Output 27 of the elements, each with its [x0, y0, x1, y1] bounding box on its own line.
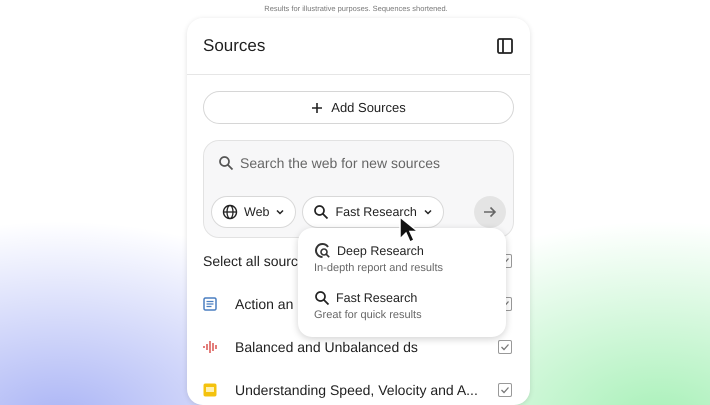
search-icon — [218, 155, 234, 171]
source-title[interactable]: Balanced and Unbalanced ds — [235, 339, 418, 355]
plus-icon — [311, 102, 324, 114]
menu-item[interactable]: Deep Research In-depth report and results — [298, 240, 506, 282]
dropdown-chip[interactable]: Web — [211, 196, 296, 228]
search-field[interactable]: Search the web for new sources — [240, 153, 500, 173]
audio-wave-icon — [203, 340, 219, 354]
search-icon — [314, 290, 330, 306]
source-title[interactable]: Understanding Speed, Velocity and A... — [235, 382, 478, 398]
select-all-label: Select all sourc — [203, 253, 298, 269]
arrow-icon — [482, 204, 498, 220]
globe-search-icon — [314, 242, 331, 259]
submit-arrow-button[interactable] — [474, 196, 506, 228]
panel-title: Sources — [203, 36, 266, 56]
checkbox[interactable] — [498, 383, 512, 397]
sidebar-toggle-icon[interactable] — [496, 37, 514, 55]
chevron-down-icon — [275, 207, 286, 217]
chevron-down-icon — [422, 207, 433, 217]
search-icon — [313, 204, 330, 220]
document-icon — [203, 297, 217, 311]
globe-icon — [222, 204, 238, 220]
add-sources-button[interactable]: Add Sources — [203, 91, 514, 124]
dropdown-chip[interactable]: Fast Research — [302, 196, 444, 228]
source-title[interactable]: Action an — [235, 296, 294, 312]
checkbox[interactable] — [498, 340, 512, 354]
slides-icon — [203, 383, 217, 397]
menu-item[interactable]: Fast Research Great for quick results — [298, 288, 506, 329]
